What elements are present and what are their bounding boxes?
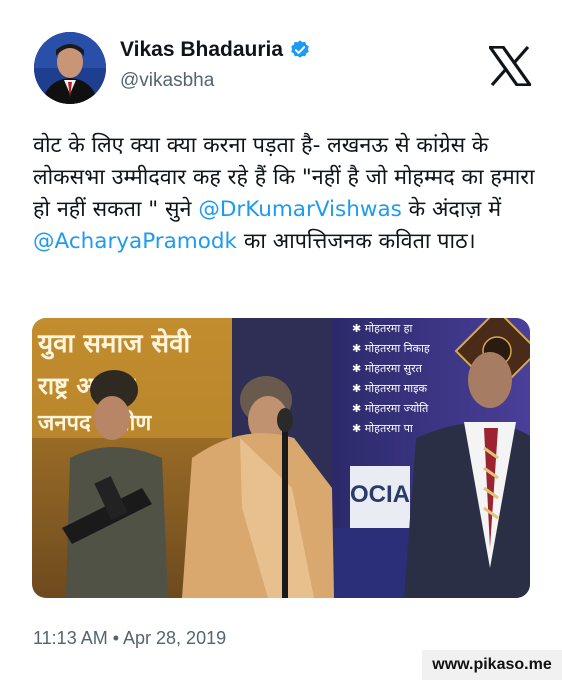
backdrop-text: OCIA [350,481,410,508]
tweet-media-video[interactable]: युवा समाज सेवी राष्ट्र अध्यक्ष जनपद ग्रा… [32,318,530,598]
banner-list-item: ✱ मोहतरमा हा [352,322,413,335]
verified-badge-icon [291,40,309,58]
tweet-timestamp[interactable]: 11:13 AM • Apr 28, 2019 [33,628,226,649]
avatar-image [34,32,106,104]
avatar[interactable] [34,32,106,104]
banner-list-item: ✱ मोहतरमा निकाह [352,342,430,355]
author-handle[interactable]: @vikasbha [120,70,214,92]
author-name[interactable]: Vikas Bhadauria [120,38,283,62]
banner-text-line: युवा समाज सेवी [37,328,192,360]
banner-list-item: ✱ मोहतरमा सुरत [352,362,423,375]
banner-list-item: ✱ मोहतरमा ज्योति [352,402,429,415]
watermark: www.pikaso.me [422,650,562,680]
video-frame-image: युवा समाज सेवी राष्ट्र अध्यक्ष जनपद ग्रा… [32,318,530,598]
x-logo-icon[interactable] [489,46,531,86]
mention-link[interactable]: @DrKumarVishwas [198,197,402,222]
author-name-row: Vikas Bhadauria [120,38,311,62]
tweet-text-part: का आपत्तिजनक कविता पाठ। [237,229,476,254]
banner-list-item: ✱ मोहतरमा पा [352,422,413,435]
tweet-text: वोट के लिए क्या क्या करना पड़ता है- लखनऊ… [33,130,538,258]
mention-link[interactable]: @AcharyaPramodk [33,229,237,254]
tweet-text-part: के अंदाज़ में [401,197,502,222]
banner-list-item: ✱ मोहतरमा माइक [352,382,428,395]
